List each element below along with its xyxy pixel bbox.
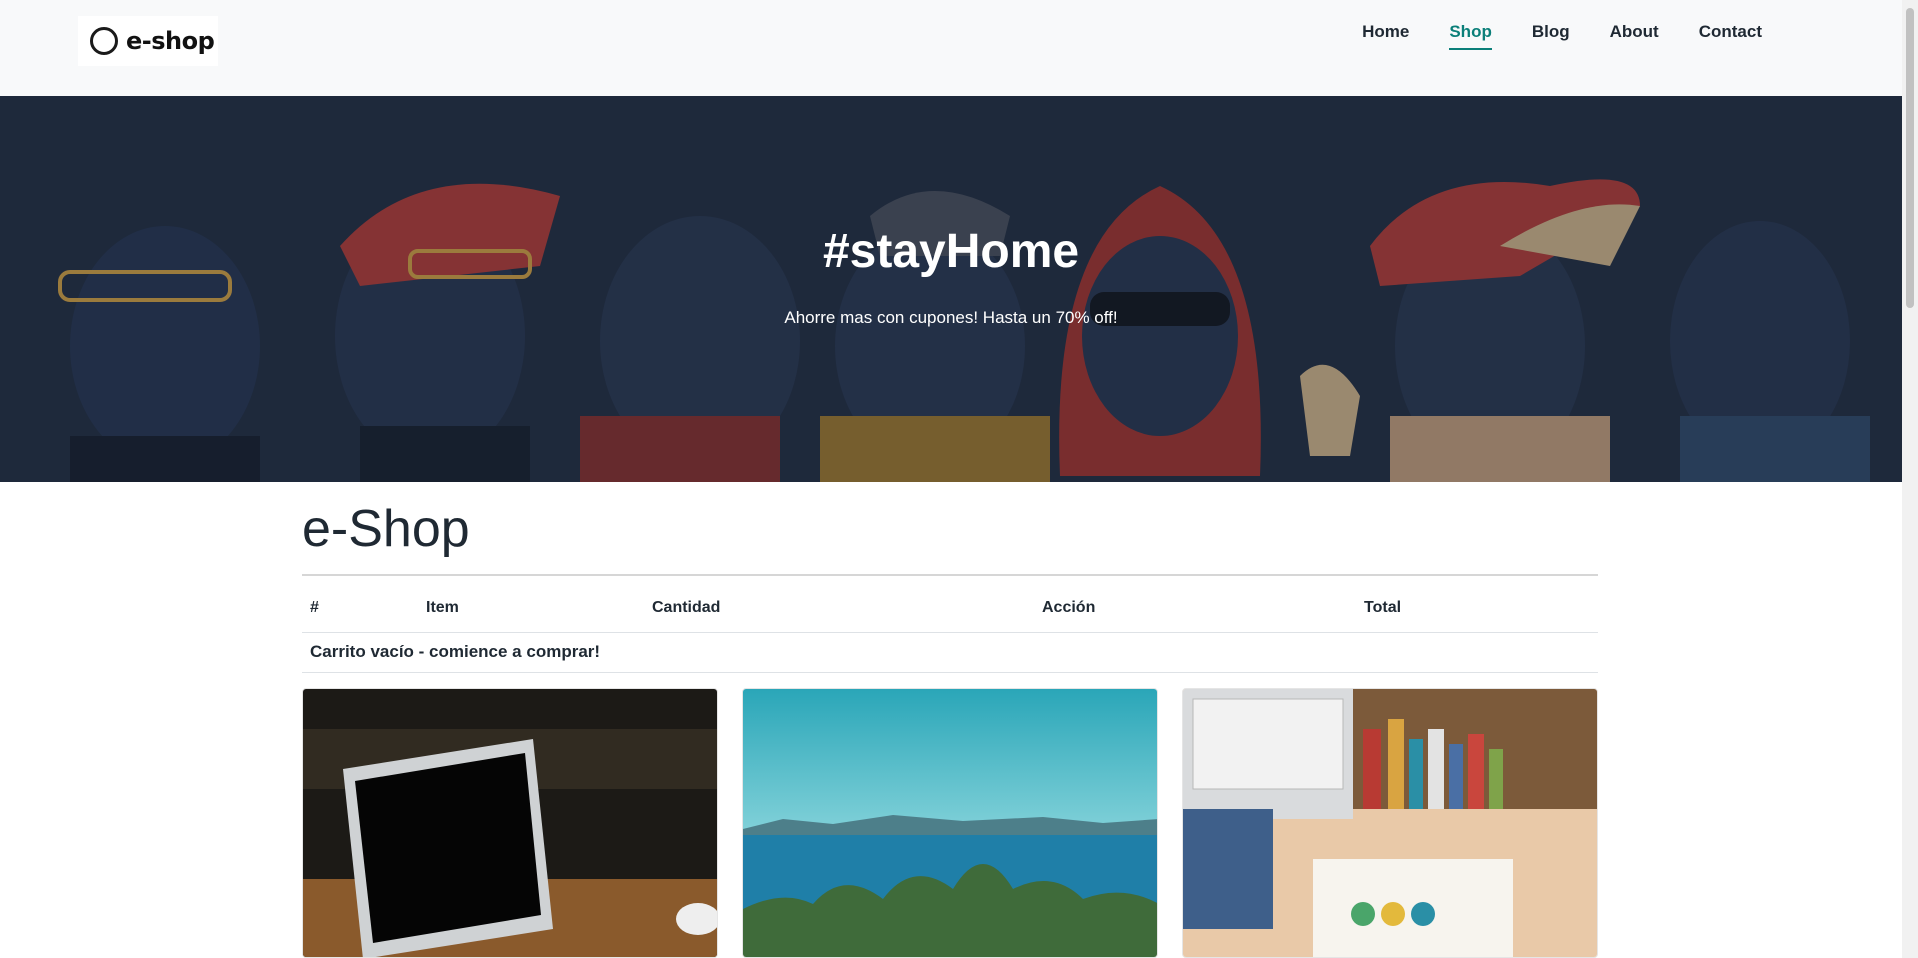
shop-title: e-Shop (302, 500, 470, 558)
product-image-sea[interactable] (743, 689, 1158, 958)
nav-about[interactable]: About (1610, 22, 1659, 50)
nav-home[interactable]: Home (1362, 22, 1409, 50)
hero-illustration (0, 96, 1902, 482)
logo[interactable]: e-shop (78, 16, 218, 66)
cart-header-row: # Item Cantidad Acción Total (302, 576, 1598, 633)
main-nav: Home Shop Blog About Contact (1362, 22, 1762, 50)
cart-col-quantity: Cantidad (644, 576, 1034, 633)
cart-col-total: Total (1356, 576, 1598, 633)
nav-blog[interactable]: Blog (1532, 22, 1570, 50)
cart-col-item: Item (418, 576, 644, 633)
page-scrollbar[interactable] (1902, 0, 1918, 958)
product-card[interactable] (1182, 688, 1598, 958)
site-header: e-shop Home Shop Blog About Contact (0, 0, 1902, 96)
cart-col-action: Acción (1034, 576, 1356, 633)
product-image-laptop[interactable] (303, 689, 718, 958)
cart-table: # Item Cantidad Acción Total Carrito vac… (302, 576, 1598, 673)
cart-empty-row: Carrito vacío - comience a comprar! (302, 632, 1598, 673)
product-image-desk[interactable] (1183, 689, 1598, 958)
scrollbar-thumb[interactable] (1906, 8, 1914, 308)
product-card[interactable] (302, 688, 718, 958)
nav-shop[interactable]: Shop (1449, 22, 1492, 50)
product-grid (302, 688, 1598, 958)
nav-contact[interactable]: Contact (1699, 22, 1762, 50)
cart-empty-message: Carrito vacío - comience a comprar! (302, 632, 1598, 673)
cart-col-number: # (302, 576, 418, 633)
logo-ring-icon (90, 27, 118, 55)
logo-text: e-shop (126, 27, 215, 55)
hero-subtitle: Ahorre mas con cupones! Hasta un 70% off… (784, 308, 1118, 327)
shop-section: e-Shop # Item Cantidad Acción Total Carr… (302, 482, 1598, 673)
hero-banner: #stayHome Ahorre mas con cupones! Hasta … (0, 96, 1902, 482)
hero-title: #stayHome (822, 225, 1080, 278)
product-card[interactable] (742, 688, 1158, 958)
